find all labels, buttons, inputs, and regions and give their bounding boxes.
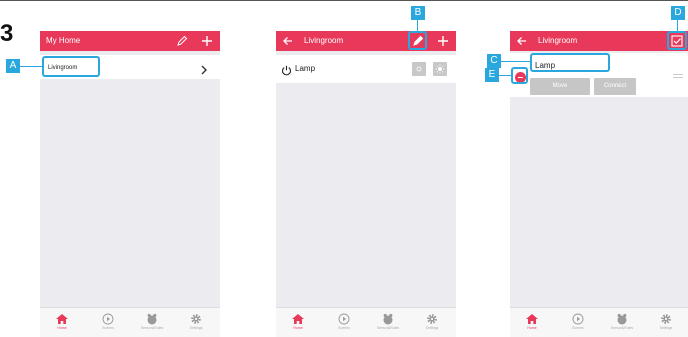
callout-e-leader [499,75,511,76]
tab-home[interactable]: Home [514,313,550,337]
tab-scenes[interactable]: Scenes [326,313,362,337]
callout-d-leader [677,20,678,31]
screen-livingroom-edit: Livingroom Lamp Move Connect Home Scenes… [510,31,688,337]
tab-sensor-rules[interactable]: Sensor&Rules [604,313,640,337]
back-arrow-icon[interactable] [280,33,296,49]
highlight-delete-button [511,67,528,84]
play-circle-icon [560,313,596,325]
pencil-icon[interactable] [174,33,190,49]
tab-sensor-rules[interactable]: Sensor&Rules [134,313,170,337]
move-button[interactable]: Move [530,78,590,95]
tab-bar: Home Scenes Sensor&Rules Settings [510,307,688,337]
tab-scenes[interactable]: Scenes [90,313,126,337]
tab-bar: Home Scenes Sensor&Rules Settings [276,307,456,337]
step-number: 3 [0,20,14,47]
home-icon [280,313,316,325]
highlight-room-item [42,56,100,77]
play-circle-icon [90,313,126,325]
callout-c: C [487,54,501,68]
power-icon[interactable] [281,63,292,81]
tab-home[interactable]: Home [280,313,316,337]
tab-bar: Home Scenes Sensor&Rules Settings [40,307,220,337]
header-bar: Livingroom [510,31,688,51]
light-off-icon [416,66,422,72]
gear-icon [178,313,214,325]
tab-settings[interactable]: Settings [648,313,684,337]
device-list-item[interactable]: Lamp [276,55,456,83]
tab-scenes[interactable]: Scenes [560,313,596,337]
top-rule [0,0,688,1]
tab-home[interactable]: Home [44,313,80,337]
callout-c-leader [500,61,530,62]
chevron-right-icon [200,62,208,80]
device-label: Lamp [295,64,316,73]
page-title: Livingroom [538,36,578,45]
home-icon [44,313,80,325]
header-bar: Livingroom [276,31,456,51]
rules-icon [370,313,406,325]
screen-livingroom: Livingroom Lamp Home Scenes Sensor&Rules… [276,31,456,337]
gear-icon [414,313,450,325]
light-on-button[interactable] [433,62,447,76]
rules-icon [604,313,640,325]
callout-e: E [485,68,499,82]
rules-icon [134,313,170,325]
highlight-done-button [667,31,687,50]
callout-a: A [6,59,20,73]
callout-d: D [671,6,685,20]
tab-sensor-rules[interactable]: Sensor&Rules [370,313,406,337]
tab-settings[interactable]: Settings [178,313,214,337]
connect-button[interactable]: Connect [594,78,636,95]
page-title: Livingroom [304,36,344,45]
light-on-icon [435,64,445,74]
callout-b: B [411,6,425,20]
header-bar: My Home [40,31,220,51]
gear-icon [648,313,684,325]
tab-settings[interactable]: Settings [414,313,450,337]
play-circle-icon [326,313,362,325]
drag-handle-icon[interactable] [673,74,683,78]
callout-b-leader [417,20,418,31]
callout-a-leader [20,66,42,67]
page-title: My Home [46,36,81,45]
plus-icon[interactable] [199,33,215,49]
plus-icon[interactable] [435,33,451,49]
home-icon [514,313,550,325]
light-off-button[interactable] [412,62,426,76]
highlight-edit-button [408,31,427,50]
back-arrow-icon[interactable] [514,33,530,49]
highlight-name-field [530,53,610,72]
